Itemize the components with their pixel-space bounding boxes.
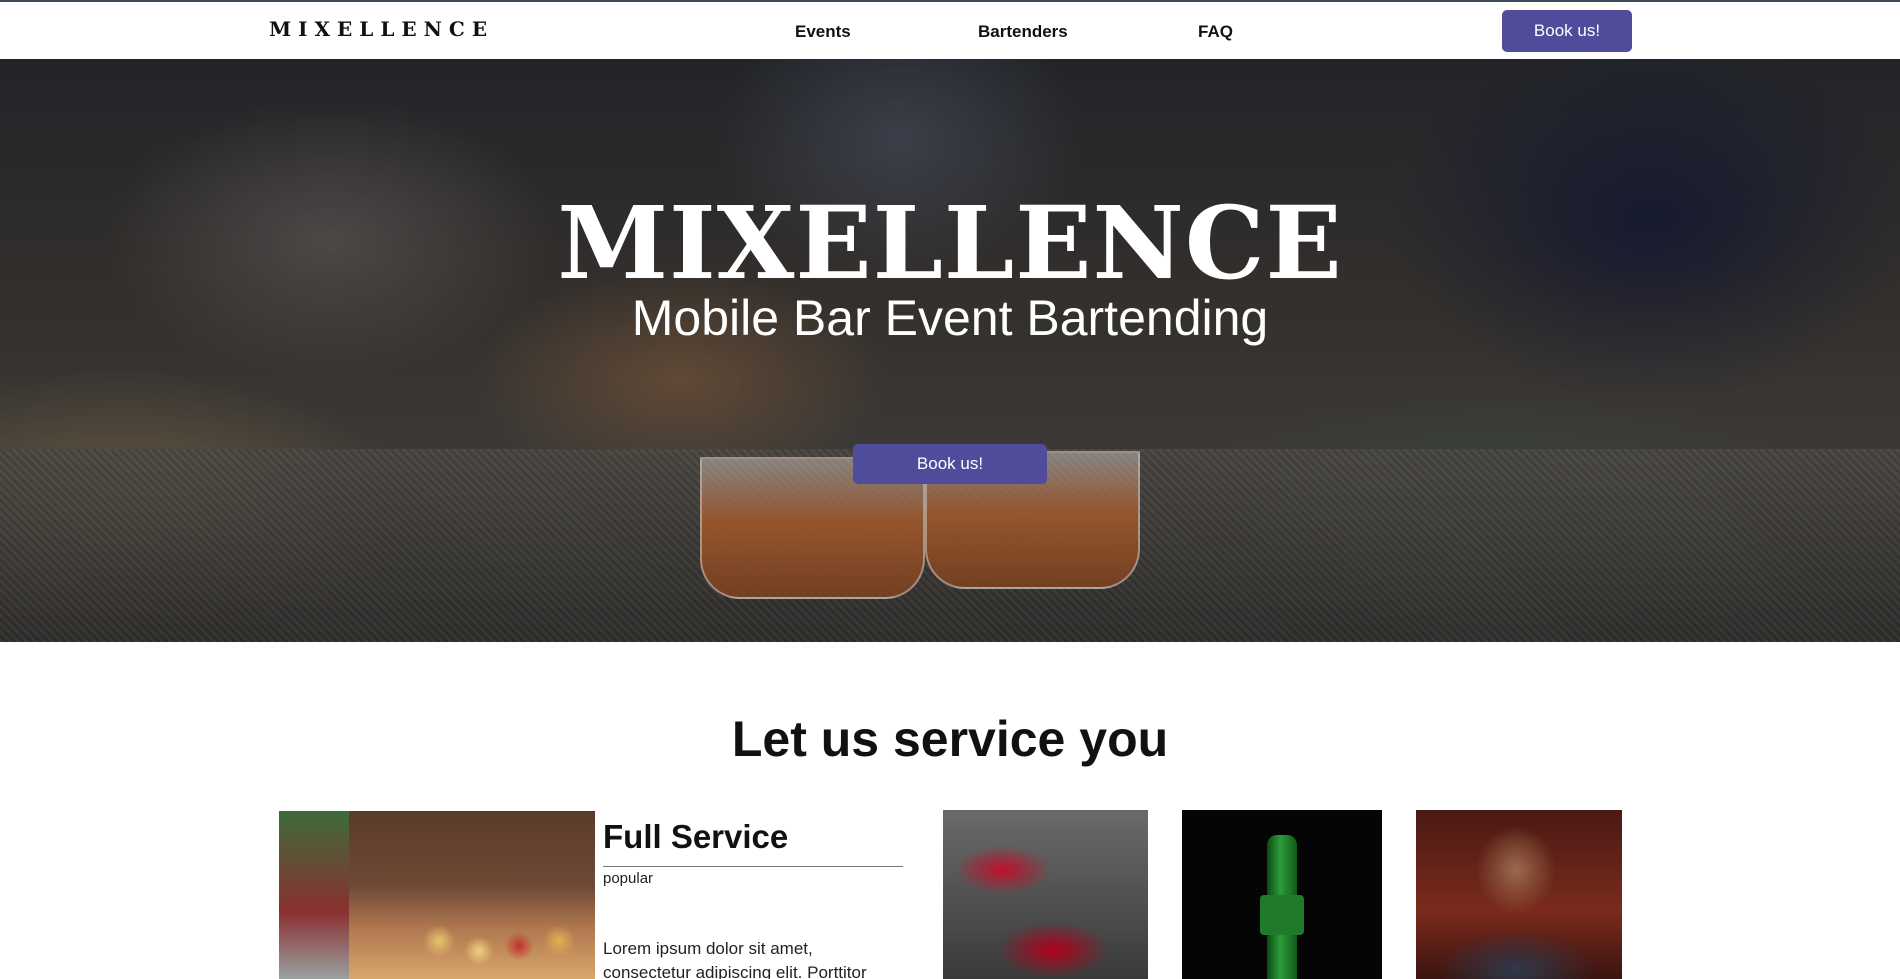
hero-overlay <box>0 59 1900 642</box>
site-logo[interactable]: MIXELLENCE <box>269 17 494 41</box>
nav-book-button[interactable]: Book us! <box>1502 10 1632 52</box>
beer-service-image[interactable] <box>1182 810 1382 979</box>
service-tag: popular <box>603 870 654 887</box>
navbar: MIXELLENCE Events Bartenders FAQ Book us… <box>0 2 1900 59</box>
hero-title: MIXELLENCE <box>557 184 1343 302</box>
nav-link-events[interactable]: Events <box>795 22 851 42</box>
nav-link-faq[interactable]: FAQ <box>1198 22 1233 42</box>
service-description: Lorem ipsum dolor sit amet, consectetur … <box>603 939 867 979</box>
services-heading: Let us service you <box>731 711 1169 767</box>
service-title: Full Service <box>603 818 789 855</box>
bottle-label-graphic <box>1260 895 1304 935</box>
divider <box>603 866 903 867</box>
hero-book-button[interactable]: Book us! <box>853 444 1047 484</box>
bartender-service-image[interactable] <box>1416 810 1622 979</box>
cocktail-service-image[interactable] <box>943 810 1148 979</box>
hero-subtitle: Mobile Bar Event Bartending <box>631 290 1269 346</box>
full-service-image[interactable] <box>279 811 595 979</box>
nav-link-bartenders[interactable]: Bartenders <box>978 22 1068 42</box>
image-detail <box>279 811 349 979</box>
hero-banner: MIXELLENCE Mobile Bar Event Bartending B… <box>0 59 1900 642</box>
